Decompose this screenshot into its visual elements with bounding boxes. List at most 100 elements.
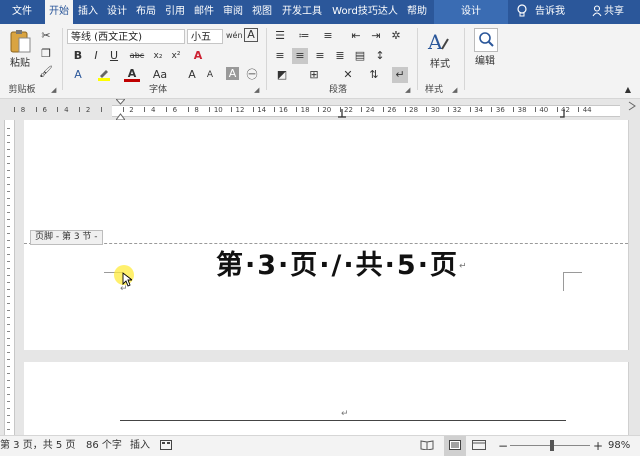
zoom-slider-thumb[interactable]: [549, 440, 554, 451]
styles-icon[interactable]: A: [426, 29, 452, 55]
borders-icon[interactable]: ⊞: [306, 67, 322, 83]
zoom-level[interactable]: 98%: [608, 436, 630, 456]
input-mode[interactable]: 插入: [130, 436, 150, 456]
align-left-icon[interactable]: ≡: [272, 48, 288, 64]
copy-icon[interactable]: ❐: [38, 46, 54, 62]
font-launcher-icon[interactable]: ◢: [254, 86, 262, 94]
styles-launcher-icon[interactable]: ◢: [452, 86, 460, 94]
zoom-out-icon[interactable]: −: [498, 436, 508, 456]
increase-indent-icon[interactable]: ⇥: [368, 28, 384, 44]
page-number-field[interactable]: 第·3·页·/·共·5·页↵: [216, 246, 469, 286]
underline-button[interactable]: U: [106, 48, 122, 64]
subscript-button[interactable]: x₂: [150, 48, 166, 64]
numbering-icon[interactable]: ≔: [296, 28, 312, 44]
ruler-label: 4: [150, 106, 156, 114]
paragraph-group-label: 段落: [328, 85, 347, 95]
tab-file[interactable]: 文件: [2, 0, 42, 24]
ruler-tick: [7, 317, 10, 318]
sort-icon[interactable]: ⇅: [366, 67, 382, 83]
styles-button[interactable]: 样式: [424, 57, 456, 73]
tab-mailings[interactable]: 邮件: [191, 0, 217, 24]
ruler-tick: [274, 107, 276, 112]
align-right-icon[interactable]: ≡: [312, 48, 328, 64]
shading-icon[interactable]: ◩: [274, 67, 290, 83]
distribute-icon[interactable]: ▤: [352, 48, 368, 64]
ruler-label: 30: [430, 106, 440, 114]
word-count[interactable]: 86 个字: [86, 436, 122, 456]
read-mode-icon[interactable]: [420, 436, 434, 456]
zoom-in-icon[interactable]: +: [593, 436, 603, 456]
highlight-icon[interactable]: [96, 67, 112, 83]
chinese-layout-icon[interactable]: ✲: [388, 28, 404, 44]
collapse-ribbon-icon[interactable]: ▲: [620, 82, 636, 98]
multilevel-list-icon[interactable]: ≡: [320, 28, 336, 44]
bold-button[interactable]: B: [70, 48, 86, 64]
footer-section-tag: 页脚 - 第 3 节 -: [30, 230, 103, 245]
macro-record-icon[interactable]: [160, 436, 172, 456]
ruler-tick: [7, 128, 10, 129]
share-button[interactable]: 共享: [604, 0, 624, 24]
lightbulb-icon[interactable]: [516, 0, 528, 24]
char-border-icon[interactable]: A: [244, 28, 258, 42]
ribbon: 粘贴 ✂ ❐ 🖌 剪贴板 ◢ 等线 (西文正文) 小五 wén A B I U …: [0, 24, 640, 99]
tab-design[interactable]: 设计: [104, 0, 130, 24]
ruler-tick: [556, 107, 558, 112]
tab-insert[interactable]: 插入: [75, 0, 101, 24]
clipboard-launcher-icon[interactable]: ◢: [51, 86, 59, 94]
tab-word-tips[interactable]: Word技巧达人: [328, 0, 402, 24]
paste-button[interactable]: 粘贴: [4, 56, 36, 72]
tab-view[interactable]: 视图: [249, 0, 275, 24]
char-shading-button[interactable]: A: [226, 67, 239, 80]
ruler-tick: [7, 219, 10, 220]
tab-home[interactable]: 开始: [45, 0, 73, 24]
font-name-select[interactable]: 等线 (西文正文): [67, 29, 185, 44]
web-layout-icon[interactable]: [472, 436, 486, 456]
clear-format-button[interactable]: A: [190, 48, 206, 64]
decrease-indent-icon[interactable]: ⇤: [348, 28, 364, 44]
font-color-button[interactable]: A: [124, 67, 140, 82]
strikethrough-button[interactable]: abc: [126, 48, 148, 64]
superscript-button[interactable]: x²: [168, 48, 184, 64]
enclose-char-icon[interactable]: ㊀: [244, 67, 260, 83]
text-effect-icon[interactable]: A: [70, 67, 86, 83]
tab-review[interactable]: 审阅: [220, 0, 246, 24]
line-spacing-icon[interactable]: ↕: [372, 48, 388, 64]
ruler-tick: [7, 415, 10, 416]
bullets-icon[interactable]: ☰: [272, 28, 288, 44]
tab-layout[interactable]: 布局: [133, 0, 159, 24]
vertical-ruler[interactable]: [0, 120, 16, 435]
italic-button[interactable]: I: [88, 48, 104, 64]
editing-button[interactable]: 编辑: [468, 54, 502, 70]
tab-references[interactable]: 引用: [162, 0, 188, 24]
tab-header-footer-design[interactable]: 设计: [434, 0, 508, 24]
ruler-label: 36: [495, 106, 505, 114]
tell-me-box[interactable]: 告诉我: [535, 0, 565, 24]
paragraph-launcher-icon[interactable]: ◢: [405, 86, 413, 94]
asian-typography-icon[interactable]: ✕: [340, 67, 356, 83]
styles-group-label: 样式: [424, 85, 443, 95]
ruler-tick: [57, 107, 59, 112]
ruler-tick: [7, 226, 10, 227]
tab-help[interactable]: 帮助: [404, 0, 430, 24]
font-size-select[interactable]: 小五: [187, 29, 223, 44]
find-icon[interactable]: [474, 28, 498, 52]
page-count[interactable]: 第 3 页，共 5 页: [0, 436, 75, 456]
paragraph-mark: ↵: [458, 261, 469, 272]
change-case-button[interactable]: Aa: [150, 67, 170, 83]
horizontal-ruler[interactable]: 8 6 4 2 2 4 6 8 10 12 14 16 18 20 22 24 26 28 30 32 34 36 38 40…: [0, 98, 640, 121]
paste-icon[interactable]: [8, 28, 32, 56]
show-marks-icon[interactable]: ↵: [392, 67, 408, 83]
ruler-tick: [404, 107, 406, 112]
ruler-tick: [209, 107, 211, 112]
grow-font-button[interactable]: A: [184, 67, 200, 83]
tab-developer[interactable]: 开发工具: [278, 0, 326, 24]
justify-icon[interactable]: ≣: [332, 48, 348, 64]
page[interactable]: [24, 120, 629, 350]
align-center-icon[interactable]: ≡: [292, 48, 308, 64]
print-layout-icon[interactable]: [444, 436, 466, 456]
phonetic-guide-icon[interactable]: wén: [226, 28, 243, 44]
shrink-font-button[interactable]: A: [202, 67, 218, 83]
cut-icon[interactable]: ✂: [38, 28, 54, 44]
next-page[interactable]: [24, 362, 629, 435]
format-painter-icon[interactable]: 🖌: [38, 64, 54, 80]
